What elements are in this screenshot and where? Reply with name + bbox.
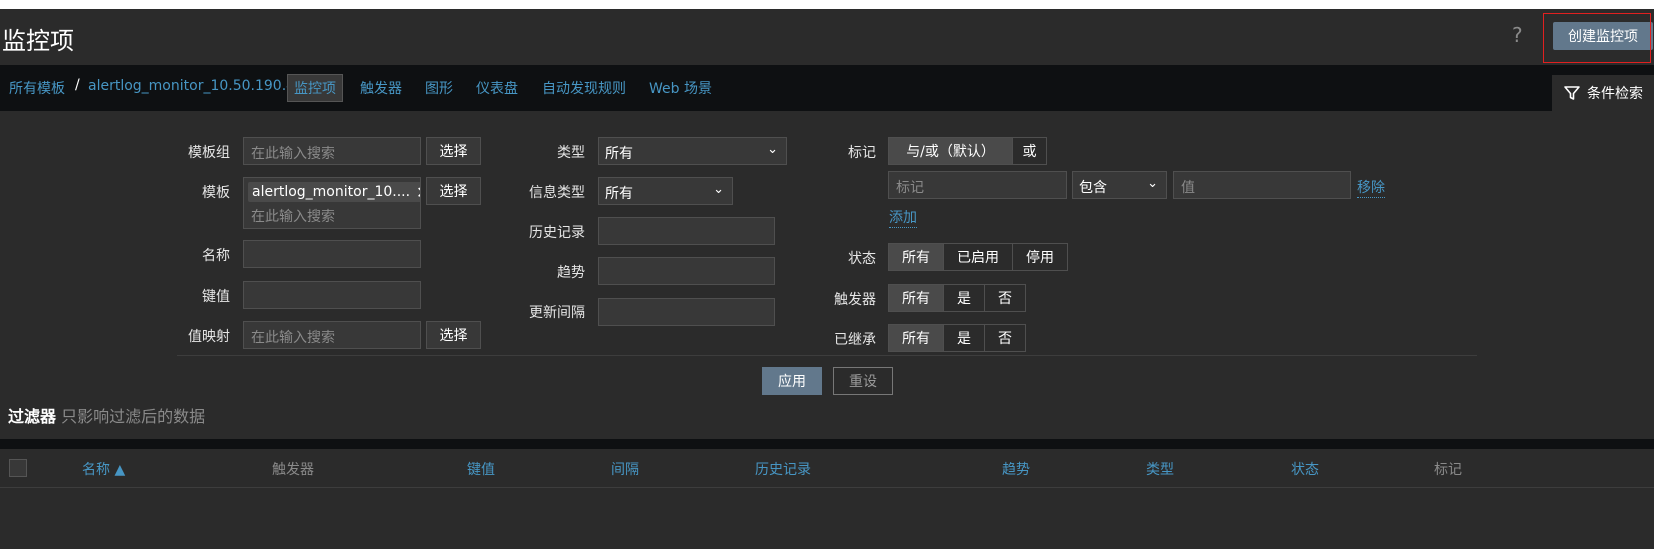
column-name[interactable]: 名称 ▲ (82, 459, 125, 479)
app-window: 监控项 ? 创建监控项 所有模板 / alertlog_monitor_10.5… (0, 9, 1654, 549)
breadcrumb-nav: 所有模板 / alertlog_monitor_10.50.190.4 监控项 … (0, 65, 1654, 111)
tab-discovery-rules[interactable]: 自动发现规则 (542, 78, 626, 98)
tags-mode-or[interactable]: 或 (1012, 138, 1046, 164)
filter-divider (177, 355, 1477, 356)
column-trends[interactable]: 趋势 (1002, 459, 1030, 479)
help-icon[interactable]: ? (1512, 23, 1523, 47)
tab-web-scenarios[interactable]: Web 场景 (649, 78, 712, 98)
inherited-option-no[interactable]: 否 (984, 325, 1025, 351)
template-search-placeholder: 在此输入搜索 (251, 209, 335, 225)
template-group-label: 模板组 (188, 145, 230, 161)
template-group-select-button[interactable]: 选择 (426, 137, 481, 165)
state-toggle: 所有 已启用 停用 (888, 243, 1068, 271)
trends-label: 趋势 (557, 265, 585, 281)
column-key[interactable]: 键值 (467, 459, 495, 479)
trends-input[interactable] (598, 257, 775, 285)
template-group-input[interactable]: 在此输入搜索 (243, 137, 421, 165)
interval-label: 更新间隔 (529, 305, 585, 321)
tag-add-link[interactable]: 添加 (889, 207, 917, 228)
tag-value-input[interactable]: 值 (1173, 171, 1351, 199)
name-input[interactable] (243, 240, 421, 268)
close-icon[interactable]: ✕ (416, 183, 420, 202)
tag-name-input[interactable]: 标记 (888, 171, 1067, 199)
items-table-header: 名称 ▲ 触发器 键值 间隔 历史记录 趋势 类型 状态 标记 (0, 449, 1654, 488)
triggers-option-all[interactable]: 所有 (889, 285, 943, 311)
triggers-option-no[interactable]: 否 (984, 285, 1025, 311)
tab-graphs[interactable]: 图形 (425, 78, 453, 98)
filter-note-text: 只影响过滤后的数据 (61, 407, 206, 426)
state-label: 状态 (848, 251, 876, 267)
template-label: 模板 (202, 185, 230, 201)
template-multiselect[interactable]: alertlog_monitor_10.... ✕ 在此输入搜索 (243, 177, 421, 229)
column-history[interactable]: 历史记录 (755, 459, 811, 479)
breadcrumb-all-templates[interactable]: 所有模板 (9, 78, 65, 98)
highlight-box (1543, 13, 1651, 63)
column-tags: 标记 (1434, 462, 1462, 478)
tags-mode-toggle: 与/或（默认） 或 (888, 137, 1047, 165)
value-map-label: 值映射 (188, 329, 230, 345)
tab-dashboards[interactable]: 仪表盘 (476, 78, 518, 98)
state-option-all[interactable]: 所有 (889, 244, 943, 270)
column-status[interactable]: 状态 (1291, 459, 1319, 479)
info-type-select-value: 所有 (605, 186, 633, 202)
filter-tab-label: 条件检索 (1587, 86, 1643, 102)
tab-items[interactable]: 监控项 (287, 74, 343, 102)
funnel-icon (1564, 86, 1580, 100)
value-map-input[interactable]: 在此输入搜索 (243, 321, 421, 349)
page-title: 监控项 (2, 27, 74, 55)
state-option-enabled[interactable]: 已启用 (943, 244, 1012, 270)
inherited-option-all[interactable]: 所有 (889, 325, 943, 351)
tab-triggers[interactable]: 触发器 (360, 78, 402, 98)
column-triggers: 触发器 (272, 462, 314, 478)
section-gap (0, 439, 1654, 449)
chevron-down-icon: ⌄ (1147, 176, 1158, 191)
tag-remove-link[interactable]: 移除 (1357, 177, 1385, 198)
page-header: 监控项 ? 创建监控项 (0, 9, 1654, 65)
chevron-down-icon: ⌄ (713, 182, 724, 197)
template-chip-label: alertlog_monitor_10.... (252, 184, 411, 200)
info-type-select[interactable]: 所有 ⌄ (598, 177, 733, 205)
triggers-toggle: 所有 是 否 (888, 284, 1026, 312)
template-select-button[interactable]: 选择 (426, 177, 481, 205)
filter-note: 过滤器 只影响过滤后的数据 (8, 403, 205, 427)
tags-label: 标记 (848, 145, 876, 161)
key-input[interactable] (243, 281, 421, 309)
column-interval[interactable]: 间隔 (611, 459, 639, 479)
filter-panel: 模板组 在此输入搜索 选择 模板 alertlog_monitor_10....… (0, 111, 1654, 439)
history-label: 历史记录 (529, 225, 585, 241)
info-type-label: 信息类型 (529, 185, 585, 201)
state-option-disabled[interactable]: 停用 (1012, 244, 1067, 270)
filter-tab[interactable]: 条件检索 (1552, 75, 1654, 111)
interval-input[interactable] (598, 298, 775, 326)
template-chip: alertlog_monitor_10.... ✕ (248, 182, 420, 202)
breadcrumb-separator: / (75, 77, 80, 93)
filter-note-title: 过滤器 (8, 407, 57, 426)
type-label: 类型 (557, 145, 585, 161)
breadcrumb-template[interactable]: alertlog_monitor_10.50.190.4 (88, 78, 295, 94)
inherited-label: 已继承 (834, 332, 876, 348)
key-label: 键值 (202, 289, 230, 305)
select-all-checkbox[interactable] (9, 459, 27, 477)
triggers-option-yes[interactable]: 是 (943, 285, 984, 311)
type-select-value: 所有 (605, 146, 633, 162)
chevron-down-icon: ⌄ (767, 142, 778, 157)
tags-mode-and-or[interactable]: 与/或（默认） (889, 138, 1013, 164)
inherited-option-yes[interactable]: 是 (943, 325, 984, 351)
name-label: 名称 (202, 248, 230, 264)
tag-operator-select[interactable]: 包含 ⌄ (1072, 171, 1167, 199)
items-table-body (0, 488, 1654, 549)
reset-button[interactable]: 重设 (833, 367, 893, 395)
inherited-toggle: 所有 是 否 (888, 324, 1026, 352)
value-map-select-button[interactable]: 选择 (426, 321, 481, 349)
tag-operator-value: 包含 (1079, 180, 1107, 196)
type-select[interactable]: 所有 ⌄ (598, 137, 787, 165)
triggers-label: 触发器 (834, 292, 876, 308)
column-type[interactable]: 类型 (1146, 459, 1174, 479)
history-input[interactable] (598, 217, 775, 245)
apply-button[interactable]: 应用 (762, 367, 822, 395)
